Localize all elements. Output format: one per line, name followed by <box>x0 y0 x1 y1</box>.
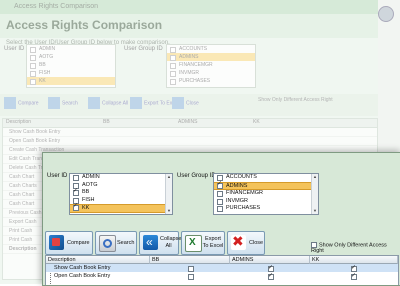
bg-group-item: ACCOUNTS <box>167 45 255 53</box>
user-checkbox[interactable] <box>73 188 79 196</box>
user-item-admin[interactable]: ADMIN <box>70 174 172 182</box>
search-icon <box>99 235 116 252</box>
bb-checkbox[interactable] <box>188 273 194 280</box>
user-item-bb[interactable]: BB <box>70 188 172 197</box>
bg-user-item: AOTG <box>27 53 115 61</box>
user-checkbox[interactable] <box>73 203 79 211</box>
user-list-scrollbar[interactable]: ▲ ▼ <box>165 174 172 214</box>
table-row[interactable]: Open Cash Book Entry <box>46 272 398 280</box>
user-item-kk[interactable]: KK <box>70 203 172 213</box>
user-group-id-label: User Group ID <box>177 173 216 179</box>
group-item-accounts[interactable]: ACCOUNTS <box>214 174 318 182</box>
bg-grid-header: Description BB ADMINS KK <box>3 119 377 128</box>
scroll-down-icon[interactable]: ▼ <box>312 208 318 214</box>
group-item-invmgr[interactable]: INVMGR <box>214 198 318 206</box>
user-id-list[interactable]: ADMIN AOTG BB FISH KK ▲ ▼ <box>69 173 173 215</box>
row-description: Show Cash Book Entry <box>54 265 111 271</box>
user-id-label: User ID <box>47 173 68 179</box>
scroll-down-icon[interactable]: ▼ <box>166 208 172 214</box>
bb-checkbox[interactable] <box>188 265 194 272</box>
bg-user-item: ADMIN <box>27 45 115 53</box>
column-header-description[interactable]: Description <box>46 256 150 264</box>
user-group-list[interactable]: ACCOUNTS ADMINS FINANCEMGR INVMGR PURCHA… <box>213 173 319 215</box>
group-checkbox[interactable] <box>217 181 223 189</box>
collapse-icon <box>143 235 158 250</box>
group-list-scrollbar[interactable]: ▲ ▼ <box>311 174 318 214</box>
show-only-different-checkbox[interactable]: Show Only Different Access Right <box>311 242 400 254</box>
bg-header-band: Access Rights Comparison <box>0 14 378 38</box>
bg-user-list: ADMIN AOTG BB FISH KK <box>26 44 116 88</box>
search-button[interactable]: Search <box>95 231 137 255</box>
user-item-aotg[interactable]: AOTG <box>70 182 172 190</box>
bg-show-only: Show Only Different Access Right <box>258 97 333 103</box>
admins-checkbox[interactable] <box>268 272 274 280</box>
compare-icon <box>49 235 64 250</box>
bg-user-item: BB <box>27 61 115 69</box>
close-icon <box>231 233 246 250</box>
bg-user-id-label: User ID <box>4 46 25 52</box>
export-to-excel-button[interactable]: Export To Excel <box>181 231 225 255</box>
column-header-bb[interactable]: BB <box>150 256 230 264</box>
bg-user-item: FISH <box>27 69 115 77</box>
table-row[interactable]: Show Cash Book Entry <box>46 264 398 272</box>
user-item-fish[interactable]: FISH <box>70 197 172 205</box>
collapse-all-button[interactable]: Collapse All <box>139 231 181 255</box>
group-item-purchases[interactable]: PURCHASES <box>214 205 318 213</box>
group-item-financemgr[interactable]: FINANCEMGR <box>214 190 318 198</box>
bg-group-id-label: User Group ID <box>124 46 163 52</box>
bg-grid-row: Show Cash Book Entry <box>3 128 377 137</box>
bg-close-button: Close <box>172 97 199 113</box>
bg-heading: Access Rights Comparison <box>6 18 163 32</box>
zoomed-panel: User ID ADMIN AOTG BB FISH KK ▲ ▼ User G… <box>42 152 400 286</box>
bg-user-item: KK <box>27 77 115 85</box>
help-icon <box>378 6 394 22</box>
group-item-admins[interactable]: ADMINS <box>214 181 318 190</box>
excel-icon <box>185 235 202 252</box>
group-checkbox[interactable] <box>217 191 223 197</box>
bg-grid-row: Open Cash Book Entry <box>3 137 377 146</box>
bg-group-item: ADMINS <box>167 53 255 61</box>
bg-search-button: Search <box>48 97 78 113</box>
scroll-up-icon[interactable]: ▲ <box>312 174 318 180</box>
bg-group-item: PURCHASES <box>167 77 255 85</box>
scroll-up-icon[interactable]: ▲ <box>166 174 172 180</box>
show-only-checkbox-box[interactable] <box>311 242 317 248</box>
bg-group-item: INVMGR <box>167 69 255 77</box>
bg-group-list: ACCOUNTS ADMINS FINANCEMGR INVMGR PURCHA… <box>166 44 256 88</box>
bg-title-bar: Access Rights Comparison <box>0 0 378 14</box>
kk-checkbox[interactable] <box>351 272 357 280</box>
close-button[interactable]: Close <box>227 231 265 255</box>
bg-group-item: FINANCEMGR <box>167 61 255 69</box>
compare-button[interactable]: Compare <box>45 231 93 255</box>
group-checkbox[interactable] <box>217 198 223 205</box>
user-checkbox[interactable] <box>73 175 79 181</box>
bg-toolbar: Compare Search Collapse All Export To Ex… <box>0 94 378 116</box>
row-description: Open Cash Book Entry <box>54 273 111 279</box>
group-checkbox[interactable] <box>217 206 223 212</box>
access-rights-grid: Description BB ADMINS KK Show Cash Book … <box>45 255 399 285</box>
bg-compare-button: Compare <box>4 97 39 113</box>
bg-collapse-button: Collapse All <box>88 97 128 113</box>
